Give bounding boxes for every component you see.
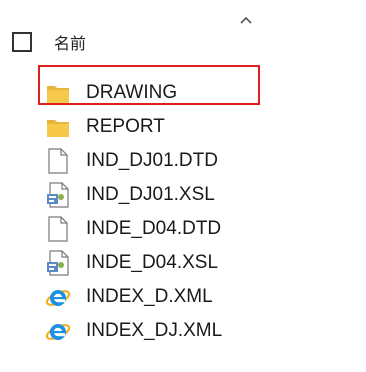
file-list: DRAWING REPORT IND_DJ01.DTD IND_DJ01.XSL…: [44, 76, 324, 348]
xsl-file-icon: [44, 249, 72, 277]
list-item[interactable]: IND_DJ01.XSL: [44, 178, 324, 212]
folder-icon: [44, 79, 72, 107]
file-name: INDEX_D.XML: [86, 286, 213, 307]
document-icon: [44, 147, 72, 175]
file-name: INDEX_DJ.XML: [86, 320, 223, 341]
internet-explorer-icon: [44, 317, 72, 345]
file-name: REPORT: [86, 116, 165, 137]
list-item[interactable]: INDE_D04.XSL: [44, 246, 324, 280]
list-item[interactable]: INDE_D04.DTD: [44, 212, 324, 246]
select-all-checkbox[interactable]: [12, 32, 32, 52]
list-item[interactable]: IND_DJ01.DTD: [44, 144, 324, 178]
file-name: INDE_D04.XSL: [86, 252, 219, 273]
list-item[interactable]: INDEX_D.XML: [44, 280, 324, 314]
file-name: INDE_D04.DTD: [86, 218, 222, 239]
file-name: IND_DJ01.DTD: [86, 150, 218, 171]
folder-icon: [44, 113, 72, 141]
file-name: DRAWING: [86, 82, 178, 103]
list-item[interactable]: REPORT: [44, 110, 324, 144]
xsl-file-icon: [44, 181, 72, 209]
column-header: 名前: [12, 30, 86, 54]
list-item[interactable]: INDEX_DJ.XML: [44, 314, 324, 348]
chevron-up-icon[interactable]: [238, 14, 254, 26]
document-icon: [44, 215, 72, 243]
file-name: IND_DJ01.XSL: [86, 184, 215, 205]
list-item[interactable]: DRAWING: [44, 76, 324, 110]
internet-explorer-icon: [44, 283, 72, 311]
name-column-header[interactable]: 名前: [54, 30, 86, 54]
